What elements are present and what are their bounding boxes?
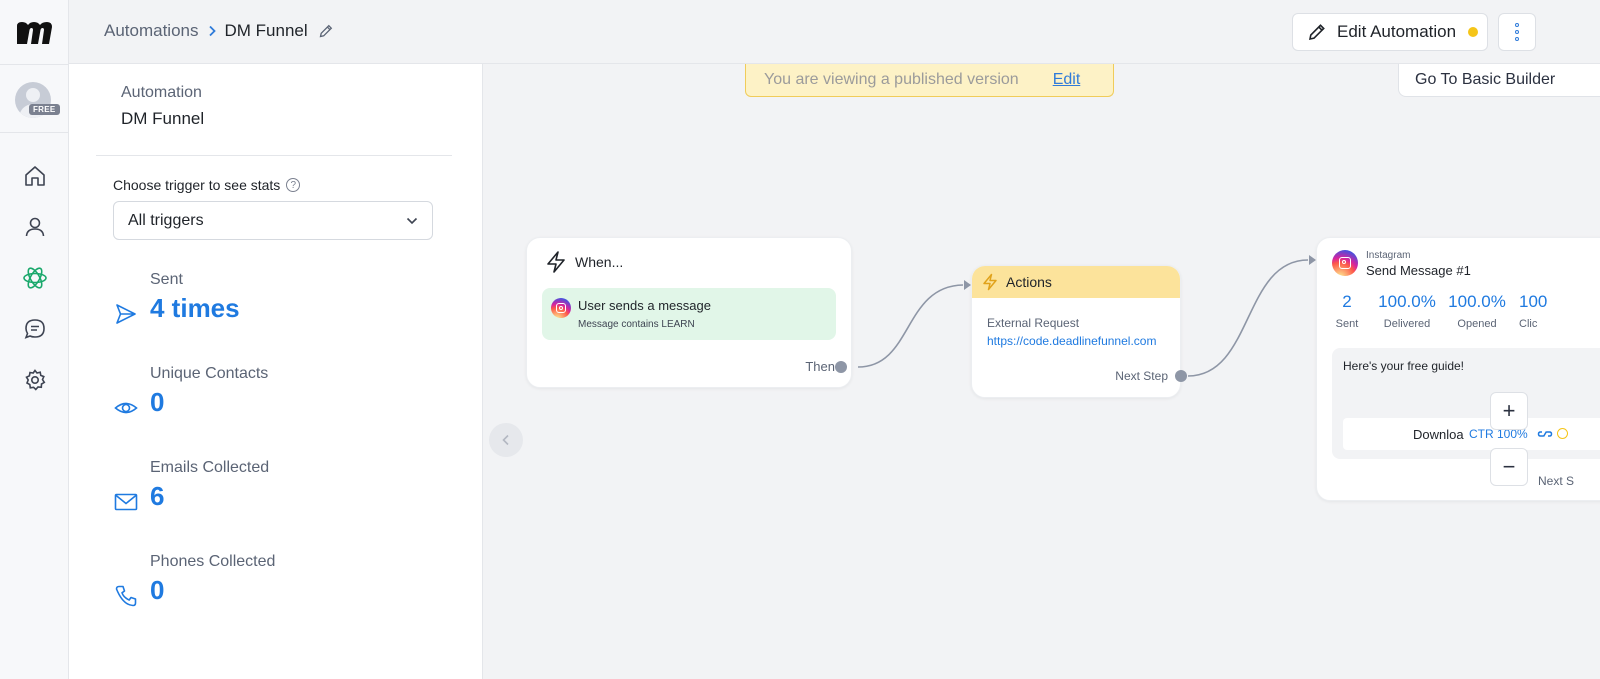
zoom-out-button[interactable]: − — [1490, 448, 1528, 486]
stat-label: Phones Collected — [150, 553, 276, 570]
breadcrumb: Automations DM Funnel — [104, 21, 334, 41]
rename-pencil-icon[interactable] — [318, 23, 334, 39]
mail-icon — [113, 489, 139, 515]
message-stat-value: 100.0% — [1448, 292, 1506, 311]
trigger-item-condition: Message contains LEARN — [578, 319, 695, 330]
message-stat-value: 100 — [1519, 292, 1548, 311]
message-node-title: Send Message #1 — [1366, 263, 1471, 278]
actions-node-header: Actions — [972, 266, 1180, 298]
link-icon — [1537, 431, 1553, 437]
external-request-label: External Request — [987, 316, 1080, 330]
message-text: Here's your free guide! — [1343, 359, 1465, 373]
actions-node[interactable]: Actions External Request https://code.de… — [971, 265, 1181, 398]
message-stat-label: Sent — [1335, 318, 1359, 330]
stat-label: Sent — [150, 271, 183, 288]
trigger-node-title: When... — [575, 254, 624, 270]
status-dot — [1468, 27, 1479, 37]
lightning-icon — [983, 273, 997, 291]
settings-icon[interactable] — [22, 367, 48, 393]
choose-trigger-text: Choose trigger to see stats — [113, 177, 281, 193]
message-stat-clicked: 100 Clic — [1519, 292, 1559, 330]
next-step-port[interactable] — [1175, 370, 1187, 382]
chevron-right-icon — [207, 25, 217, 37]
plan-badge: FREE — [29, 104, 60, 115]
message-stat-label: Opened — [1457, 318, 1497, 330]
next-step-label: Next Step — [1115, 369, 1168, 383]
message-stat-opened: 100.0% Opened — [1445, 292, 1509, 330]
rail-divider — [0, 64, 69, 65]
more-options-button[interactable] — [1498, 13, 1536, 51]
connector-actions-message — [1187, 259, 1309, 377]
logo-icon[interactable] — [14, 16, 54, 48]
send-icon — [113, 301, 139, 327]
connector-when-actions — [857, 284, 964, 368]
message-stat-label: Clic — [1519, 318, 1538, 330]
stat-value: 4 times — [150, 293, 240, 323]
message-next-step-label: Next S — [1538, 474, 1575, 488]
basic-builder-button[interactable]: Go To Basic Builder — [1398, 64, 1600, 97]
rail-divider — [0, 132, 69, 133]
cta-status-circle — [1557, 428, 1568, 439]
edit-automation-button[interactable]: Edit Automation — [1292, 13, 1488, 51]
message-stat-label: Delivered — [1383, 318, 1431, 330]
left-rail: FREE — [0, 0, 69, 679]
message-stats: 2 Sent 100.0% Delivered 100.0% Opened 10… — [1327, 292, 1600, 332]
pencil-icon — [1308, 24, 1325, 41]
eye-icon — [113, 395, 139, 421]
message-channel: Instagram — [1366, 250, 1411, 261]
home-icon[interactable] — [22, 163, 48, 189]
message-stat-sent: 2 Sent — [1327, 292, 1367, 330]
then-port[interactable] — [835, 361, 847, 373]
choose-trigger-label: Choose trigger to see stats ? — [113, 177, 301, 193]
automation-label: Automation — [121, 84, 202, 101]
message-stat-value: 100.0% — [1378, 292, 1436, 311]
breadcrumb-automations[interactable]: Automations — [104, 21, 199, 41]
banner-text: You are viewing a published version — [764, 71, 1019, 88]
message-stat-value: 2 — [1342, 292, 1352, 311]
automation-name: DM Funnel — [121, 109, 205, 128]
automation-icon[interactable] — [22, 265, 48, 291]
zoom-in-button[interactable]: + — [1490, 392, 1528, 430]
stat-value: 0 — [150, 387, 165, 417]
stat-value: 0 — [150, 575, 165, 605]
banner-edit-link[interactable]: Edit — [1053, 71, 1081, 89]
lightning-icon — [547, 251, 565, 273]
external-request-url[interactable]: https://code.deadlinefunnel.com — [987, 334, 1156, 348]
send-message-node[interactable]: Instagram Send Message #1 2 Sent 100.0% … — [1316, 237, 1600, 501]
panel-divider — [96, 155, 452, 156]
top-header: Automations DM Funnel Edit Automation — [69, 0, 1600, 64]
trigger-item-title: User sends a message — [578, 298, 711, 313]
app: FREE Automations DM Funnel Edit Automati… — [0, 0, 1600, 679]
phone-icon — [113, 583, 139, 609]
stat-value: 6 — [150, 481, 165, 511]
chevron-down-icon — [406, 217, 418, 224]
breadcrumb-current: DM Funnel — [224, 21, 308, 40]
chat-icon[interactable] — [22, 316, 48, 342]
stat-label: Emails Collected — [150, 459, 270, 476]
then-label: Then — [805, 359, 835, 374]
instagram-icon — [1332, 250, 1358, 276]
message-preview[interactable]: Here's your free guide! Downloa CTR 100% — [1332, 348, 1600, 459]
contacts-icon[interactable] — [22, 214, 48, 240]
help-icon[interactable]: ? — [286, 178, 301, 192]
trigger-node[interactable]: When... User sends a message Message con… — [526, 237, 852, 388]
cta-button-text: Downloa — [1413, 427, 1464, 442]
message-cta-button[interactable]: Downloa CTR 100% — [1343, 418, 1600, 450]
stat-label: Unique Contacts — [150, 365, 269, 382]
published-version-banner: You are viewing a published version Edit — [745, 64, 1114, 97]
flow-canvas[interactable]: You are viewing a published version Edit… — [483, 64, 1600, 679]
message-stat-delivered: 100.0% Delivered — [1372, 292, 1442, 330]
trigger-select[interactable]: All triggers — [113, 201, 433, 240]
chevron-left-icon — [502, 434, 509, 446]
stats-panel: Automation DM Funnel Choose trigger to s… — [69, 64, 483, 679]
collapse-panel-button[interactable] — [489, 423, 523, 457]
trigger-item[interactable]: User sends a message Message contains LE… — [542, 288, 836, 340]
actions-node-title: Actions — [1006, 274, 1052, 290]
instagram-icon — [551, 298, 571, 318]
trigger-select-value: All triggers — [128, 211, 204, 229]
edit-automation-label: Edit Automation — [1337, 22, 1457, 41]
